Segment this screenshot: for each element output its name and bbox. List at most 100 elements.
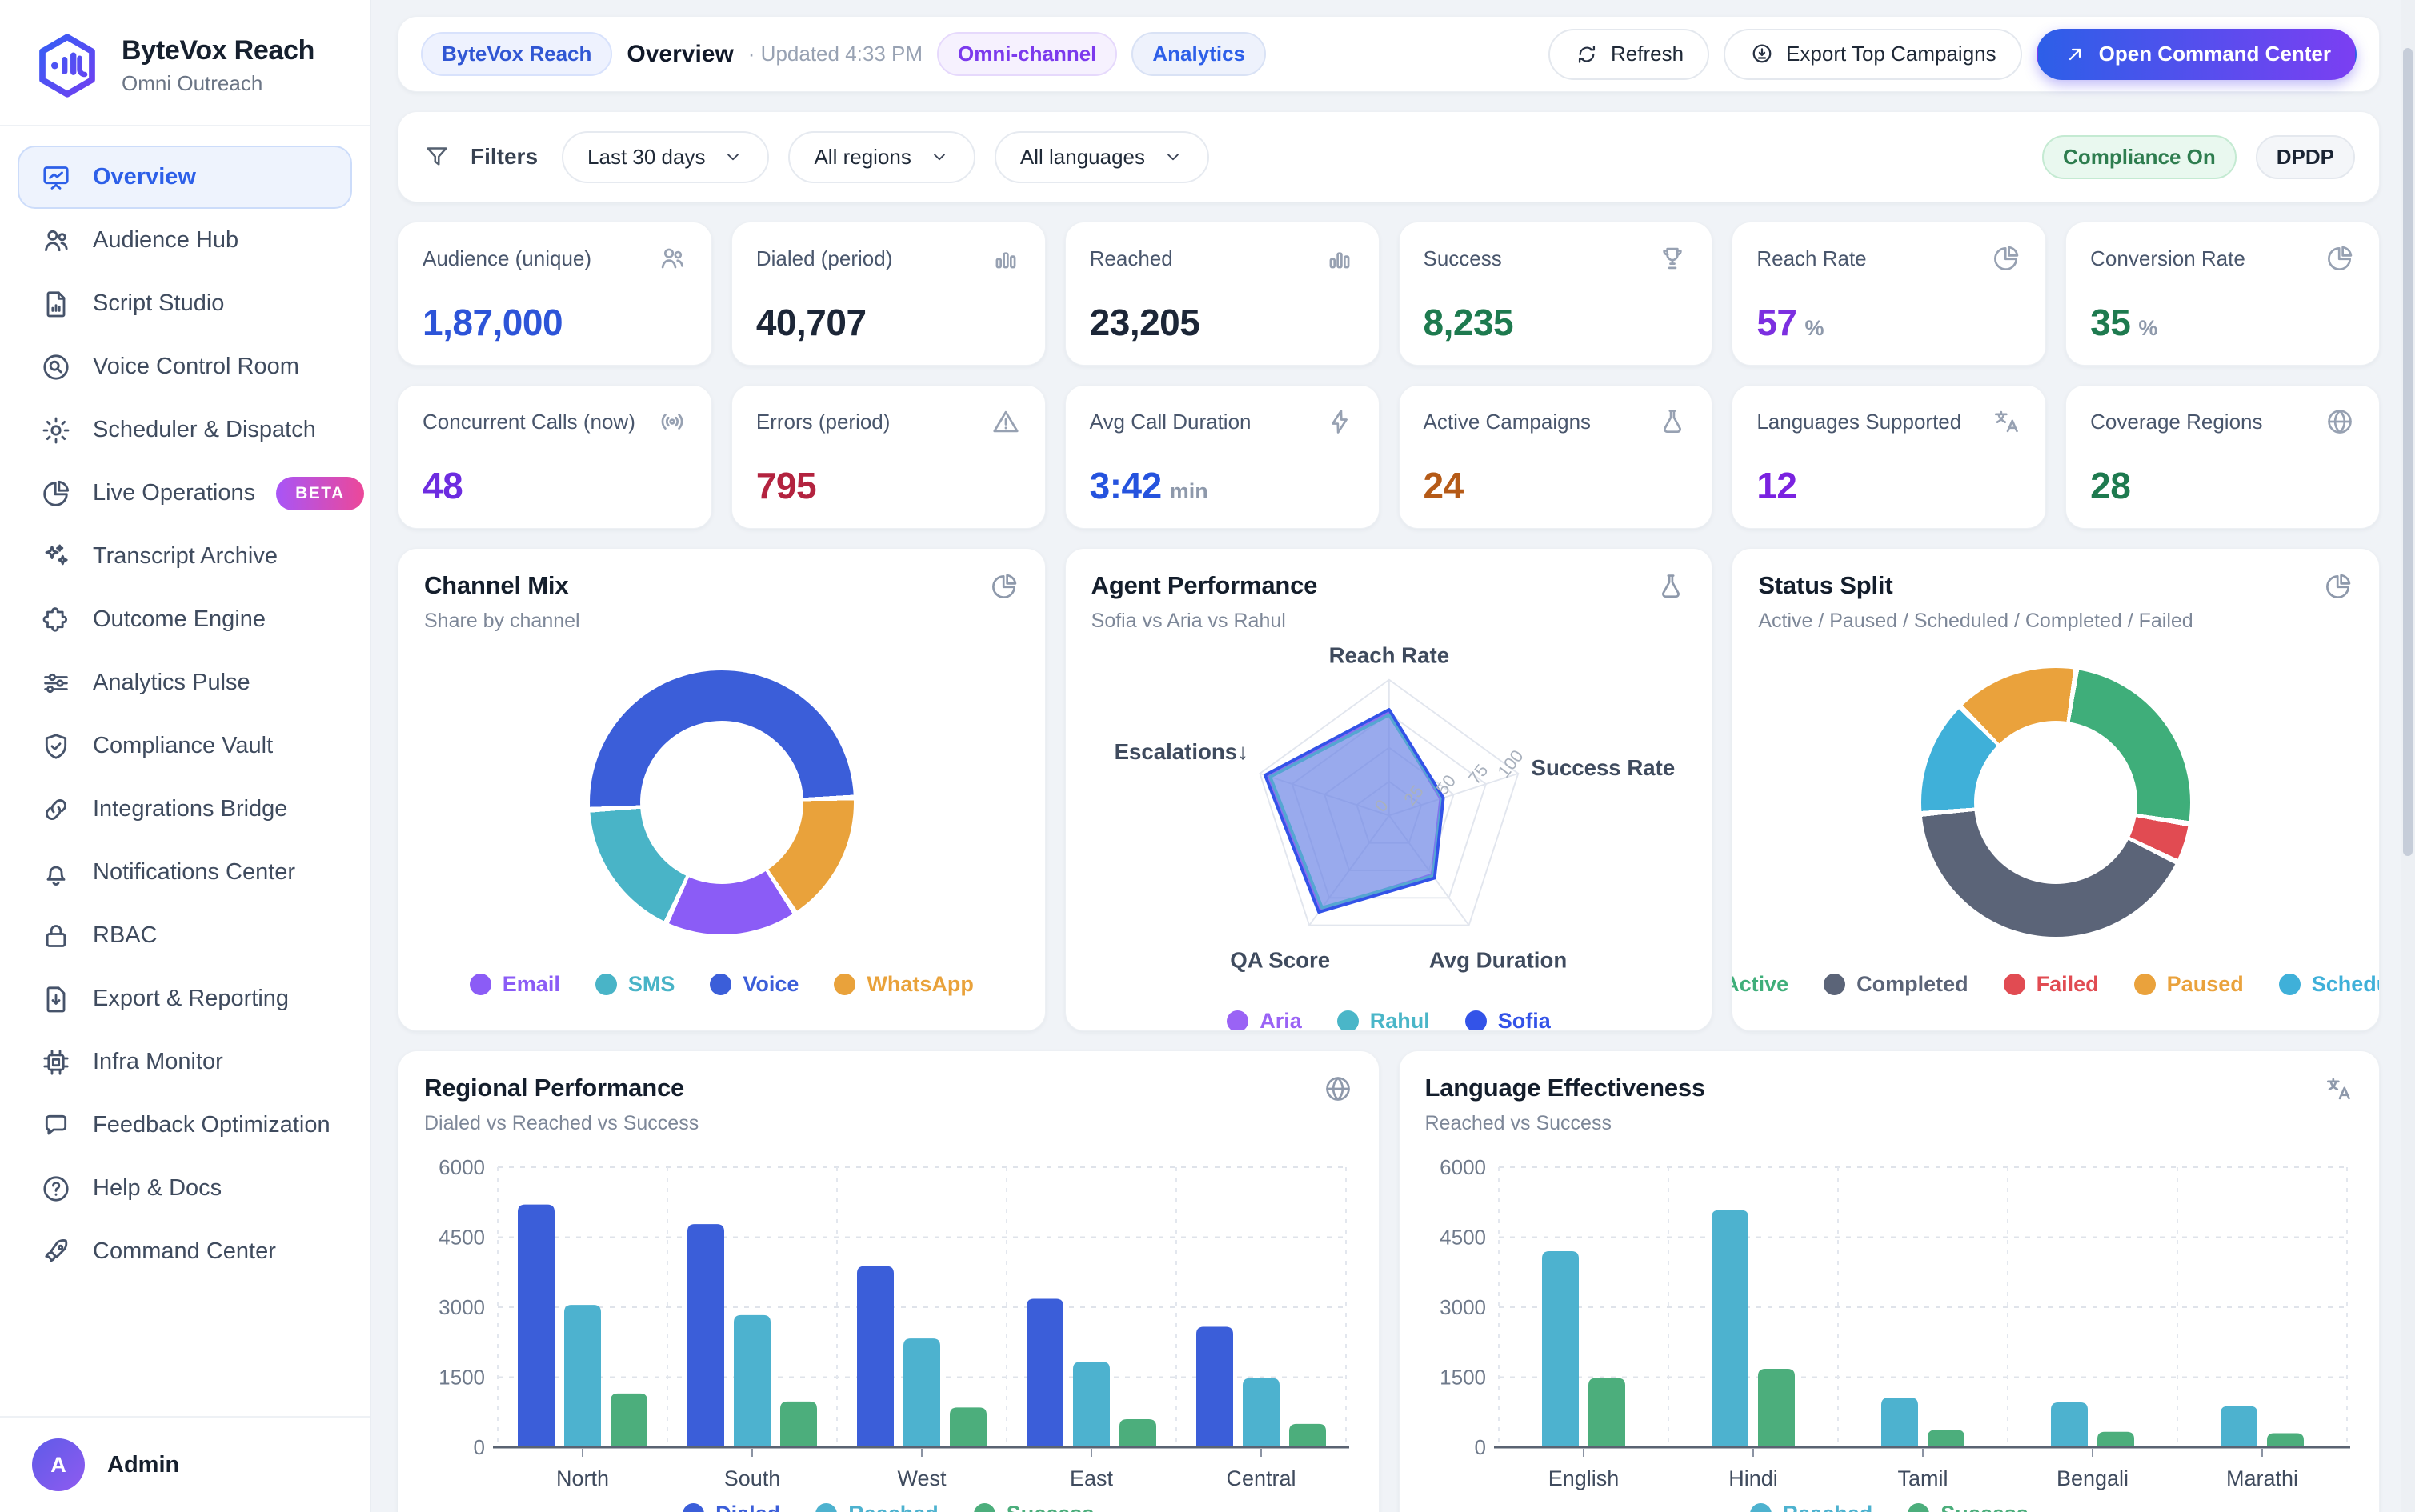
legend-item-sofia[interactable]: Sofia xyxy=(1465,1009,1551,1031)
scrollbar-thumb[interactable] xyxy=(2403,48,2413,856)
sidebar-item-label: Scheduler & Dispatch xyxy=(93,417,316,443)
legend-item-dialed[interactable]: Dialed xyxy=(683,1502,780,1512)
legend-item-whatsapp[interactable]: WhatsApp xyxy=(834,972,973,997)
sidebar-item-infra-monitor[interactable]: Infra Monitor xyxy=(18,1030,352,1094)
sidebar-item-label: Export & Reporting xyxy=(93,986,289,1012)
legend-label: SMS xyxy=(628,972,675,997)
sidebar-user[interactable]: A Admin xyxy=(0,1416,370,1512)
bar-chart-icon xyxy=(1324,243,1355,274)
legend-label: Email xyxy=(503,972,560,997)
language-effectiveness-chart[interactable]: 01500300045006000EnglishHindiTamilBengal… xyxy=(1425,1153,2354,1497)
kpi-card-languages-supported: Languages Supported12 xyxy=(1732,385,2046,529)
cpu-chip-icon xyxy=(40,1046,72,1078)
legend-item-voice[interactable]: Voice xyxy=(710,972,799,997)
regional-performance-title: Regional Performance xyxy=(424,1074,699,1102)
sidebar-item-notifications-center[interactable]: Notifications Center xyxy=(18,841,352,904)
legend-item-aria[interactable]: Aria xyxy=(1227,1009,1302,1031)
kpi-unit: min xyxy=(1170,479,1208,504)
legend-label: Scheduled xyxy=(2312,972,2380,997)
legend-item-completed[interactable]: Completed xyxy=(1824,972,1968,997)
presentation-chart-icon xyxy=(40,162,72,194)
filter-select-all-regions[interactable]: All regions xyxy=(788,131,975,183)
sidebar-item-analytics-pulse[interactable]: Analytics Pulse xyxy=(18,651,352,714)
legend-dot xyxy=(1227,1010,1248,1031)
svg-text:North: North xyxy=(556,1466,609,1490)
sidebar-item-label: Notifications Center xyxy=(93,859,295,886)
legend-dot xyxy=(1824,974,1845,995)
svg-text:1500: 1500 xyxy=(1440,1366,1486,1390)
chevron-down-icon xyxy=(1163,146,1183,167)
regional-performance-chart[interactable]: 01500300045006000NorthSouthWestEastCentr… xyxy=(424,1153,1353,1497)
language-effectiveness-title: Language Effectiveness xyxy=(1425,1074,1706,1102)
channel-mix-donut[interactable] xyxy=(590,670,854,934)
legend-label: Dialed xyxy=(715,1502,780,1512)
legend-item-active[interactable]: Active xyxy=(1732,972,1788,997)
sidebar-item-outcome-engine[interactable]: Outcome Engine xyxy=(18,588,352,651)
legend-item-success[interactable]: Success xyxy=(974,1502,1095,1512)
kpi-card-concurrent-calls-now: Concurrent Calls (now)48 xyxy=(398,385,712,529)
sidebar-item-scheduler-dispatch[interactable]: Scheduler & Dispatch xyxy=(18,398,352,462)
sidebar-item-label: Help & Docs xyxy=(93,1175,222,1202)
avatar[interactable]: A xyxy=(32,1438,85,1491)
kpi-card-success: Success8,235 xyxy=(1399,222,1713,366)
status-split-donut[interactable] xyxy=(1921,668,2190,937)
kpi-value: 40,707 xyxy=(756,301,867,344)
filter-select-all-languages[interactable]: All languages xyxy=(995,131,1209,183)
legend-label: Reached xyxy=(1783,1502,1873,1512)
refresh-button[interactable]: Refresh xyxy=(1548,29,1709,80)
agent-performance-radar[interactable]: Reach RateSuccess RateAvg DurationQA Sco… xyxy=(1091,633,1687,1009)
svg-text:100: 100 xyxy=(1493,746,1527,782)
legend-item-scheduled[interactable]: Scheduled xyxy=(2279,972,2380,997)
legend-item-paused[interactable]: Paused xyxy=(2134,972,2244,997)
legend-dot xyxy=(1465,1010,1487,1031)
dpdp-badge: DPDP xyxy=(2256,135,2355,179)
open-command-center-button[interactable]: Open Command Center xyxy=(2037,29,2357,80)
kpi-label: Audience (unique) xyxy=(423,246,591,271)
globe-icon xyxy=(1323,1074,1353,1104)
sidebar-item-voice-control-room[interactable]: Voice Control Room xyxy=(18,335,352,398)
filter-select-last-30-days[interactable]: Last 30 days xyxy=(562,131,769,183)
legend-label: Success xyxy=(1007,1502,1095,1512)
legend-item-sms[interactable]: SMS xyxy=(595,972,675,997)
beta-badge: BETA xyxy=(276,477,364,510)
sidebar-item-command-center[interactable]: Command Center xyxy=(18,1220,352,1283)
legend-item-reached[interactable]: Reached xyxy=(1750,1502,1873,1512)
scrollbar-track[interactable] xyxy=(2401,0,2415,1512)
sidebar-item-label: Outcome Engine xyxy=(93,606,266,633)
kpi-card-dialed-period: Dialed (period)40,707 xyxy=(731,222,1046,366)
user-name: Admin xyxy=(107,1452,179,1478)
svg-text:Bengali: Bengali xyxy=(2056,1466,2128,1490)
kpi-label: Reach Rate xyxy=(1756,246,1866,271)
donut-hole xyxy=(640,721,803,884)
sidebar-item-help-docs[interactable]: Help & Docs xyxy=(18,1157,352,1220)
status-split-title: Status Split xyxy=(1758,571,2193,600)
sidebar-item-compliance-vault[interactable]: Compliance Vault xyxy=(18,714,352,778)
sidebar-item-audience-hub[interactable]: Audience Hub xyxy=(18,209,352,272)
legend-item-failed[interactable]: Failed xyxy=(2004,972,2099,997)
kpi-label: Avg Call Duration xyxy=(1090,410,1252,434)
brand: ByteVox Reach Omni Outreach xyxy=(0,0,370,125)
users-icon xyxy=(657,243,687,274)
svg-text:East: East xyxy=(1070,1466,1114,1490)
rocket-icon xyxy=(40,1236,72,1268)
sidebar-item-label: Audience Hub xyxy=(93,227,238,254)
legend-item-rahul[interactable]: Rahul xyxy=(1337,1009,1430,1031)
legend-item-reached[interactable]: Reached xyxy=(815,1502,939,1512)
sidebar-item-integrations-bridge[interactable]: Integrations Bridge xyxy=(18,778,352,841)
sidebar-item-live-operations[interactable]: Live OperationsBETA xyxy=(18,462,352,525)
svg-text:QA Score: QA Score xyxy=(1230,947,1330,972)
legend-item-email[interactable]: Email xyxy=(470,972,560,997)
kpi-card-conversion-rate: Conversion Rate35% xyxy=(2065,222,2380,366)
sidebar-item-rbac[interactable]: RBAC xyxy=(18,904,352,967)
export-top-campaigns-button[interactable]: Export Top Campaigns xyxy=(1724,29,2022,80)
sidebar-item-overview[interactable]: Overview xyxy=(18,146,352,209)
sidebar-item-feedback-optimization[interactable]: Feedback Optimization xyxy=(18,1094,352,1157)
flask-icon xyxy=(1657,406,1688,437)
legend-dot xyxy=(834,974,855,995)
agent-performance-subtitle: Sofia vs Aria vs Rahul xyxy=(1091,610,1318,633)
sidebar-item-transcript-archive[interactable]: Transcript Archive xyxy=(18,525,352,588)
legend-item-success[interactable]: Success xyxy=(1908,1502,2029,1512)
refresh-icon xyxy=(1574,42,1600,67)
sidebar-item-export-reporting[interactable]: Export & Reporting xyxy=(18,967,352,1030)
sidebar-item-script-studio[interactable]: Script Studio xyxy=(18,272,352,335)
